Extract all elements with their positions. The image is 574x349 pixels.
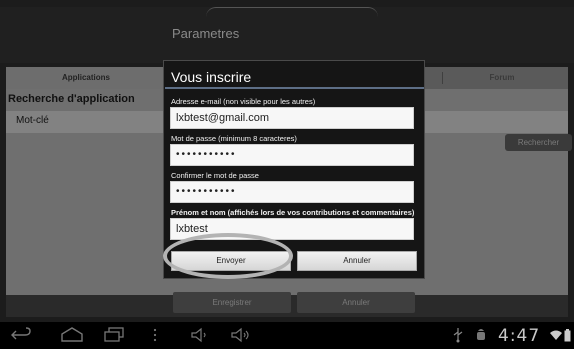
name-label: Prénom et nom (affichés lors de vos cont… xyxy=(171,208,415,217)
back-icon[interactable] xyxy=(10,326,32,344)
volume-up-icon[interactable] xyxy=(230,327,252,343)
wifi-icon xyxy=(550,330,562,340)
app-title: Parametres xyxy=(172,26,240,41)
confirm-password-label: Confirmer le mot de passe xyxy=(171,171,259,180)
usb-icon xyxy=(453,328,463,343)
password-label: Mot de passe (minimum 8 caracteres) xyxy=(171,134,297,143)
save-button[interactable]: Enregistrer xyxy=(173,292,291,313)
battery-icon xyxy=(564,329,571,342)
search-heading: Recherche d'application xyxy=(8,93,135,105)
email-label: Adresse e-mail (non visible pour les aut… xyxy=(171,97,316,106)
password-field[interactable]: ••••••••••• xyxy=(170,144,414,166)
search-button[interactable]: Rechercher xyxy=(505,134,572,151)
volume-down-icon[interactable] xyxy=(190,327,210,343)
clock: 4:47 xyxy=(498,326,541,346)
recent-apps-icon[interactable] xyxy=(103,327,125,343)
title-arc-decoration xyxy=(206,7,378,17)
dialog-title: Vous inscrire xyxy=(171,69,252,85)
email-field[interactable]: lxbtest@gmail.com xyxy=(170,107,414,129)
android-debug-icon xyxy=(477,329,485,340)
app-cancel-button[interactable]: Annuler xyxy=(297,292,415,313)
screen: Parametres Applications Forum Recherche … xyxy=(0,0,574,349)
menu-icon[interactable] xyxy=(152,328,158,342)
tab-forum[interactable]: Forum xyxy=(436,67,568,89)
keyword-placeholder: Mot-clé xyxy=(16,115,49,126)
dialog-divider xyxy=(165,87,424,89)
tab-applications[interactable]: Applications xyxy=(6,67,166,89)
highlight-circle xyxy=(163,233,293,279)
cancel-button[interactable]: Annuler xyxy=(297,251,417,271)
home-icon[interactable] xyxy=(60,326,84,344)
confirm-password-field[interactable]: ••••••••••• xyxy=(170,181,414,203)
